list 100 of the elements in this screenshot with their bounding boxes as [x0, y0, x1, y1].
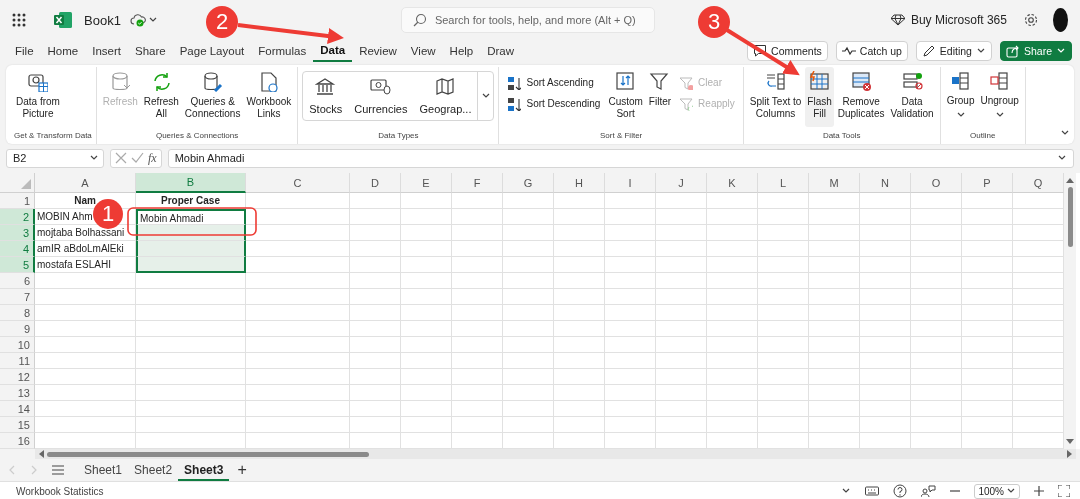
empty-cell[interactable] — [860, 273, 911, 289]
empty-cell[interactable] — [860, 225, 911, 241]
row-header[interactable]: 9 — [0, 321, 35, 337]
empty-cell[interactable] — [452, 385, 503, 401]
empty-cell[interactable] — [809, 337, 860, 353]
row-header[interactable]: 4 — [0, 241, 35, 257]
empty-cell[interactable] — [605, 321, 656, 337]
empty-cell[interactable] — [554, 209, 605, 225]
empty-cell[interactable] — [246, 337, 350, 353]
empty-cell[interactable] — [452, 193, 503, 209]
empty-cell[interactable] — [503, 209, 554, 225]
empty-cell[interactable] — [962, 321, 1013, 337]
toolbar-button[interactable]: Comments — [747, 41, 828, 61]
feedback-icon[interactable] — [921, 484, 937, 498]
empty-cell[interactable] — [136, 417, 246, 433]
table-cell[interactable]: Mobin Ahmadi — [136, 209, 246, 225]
scroll-left-icon[interactable] — [38, 450, 44, 458]
empty-cell[interactable] — [962, 209, 1013, 225]
empty-cell[interactable] — [809, 273, 860, 289]
empty-cell[interactable] — [605, 241, 656, 257]
empty-cell[interactable] — [911, 289, 962, 305]
empty-cell[interactable] — [962, 337, 1013, 353]
empty-cell[interactable] — [503, 401, 554, 417]
empty-cell[interactable] — [962, 241, 1013, 257]
empty-cell[interactable] — [860, 353, 911, 369]
empty-cell[interactable] — [656, 273, 707, 289]
column-header[interactable]: B — [136, 173, 246, 193]
empty-cell[interactable] — [656, 257, 707, 273]
empty-cell[interactable] — [554, 337, 605, 353]
empty-cell[interactable] — [758, 289, 809, 305]
empty-cell[interactable] — [656, 305, 707, 321]
empty-cell[interactable] — [911, 353, 962, 369]
workbook-statistics[interactable]: Workbook Statistics — [16, 485, 104, 497]
scroll-up-icon[interactable] — [1066, 177, 1074, 183]
menu-tab[interactable]: Draw — [480, 40, 522, 62]
row-header[interactable]: 11 — [0, 353, 35, 369]
empty-cell[interactable] — [554, 257, 605, 273]
row-header[interactable]: 12 — [0, 369, 35, 385]
empty-cell[interactable] — [350, 305, 401, 321]
column-header[interactable]: O — [911, 173, 962, 193]
previous-sheet-icon[interactable] — [8, 465, 16, 475]
empty-cell[interactable] — [656, 321, 707, 337]
empty-cell[interactable] — [605, 273, 656, 289]
empty-cell[interactable] — [452, 321, 503, 337]
column-header[interactable]: P — [962, 173, 1013, 193]
column-header[interactable]: A — [35, 173, 136, 193]
empty-cell[interactable] — [452, 417, 503, 433]
empty-cell[interactable] — [554, 417, 605, 433]
name-box[interactable]: B2 — [6, 148, 104, 168]
empty-cell[interactable] — [962, 225, 1013, 241]
document-title[interactable]: Book1 — [84, 12, 121, 28]
empty-cell[interactable] — [136, 273, 246, 289]
empty-cell[interactable] — [605, 209, 656, 225]
empty-cell[interactable] — [246, 273, 350, 289]
menu-tab[interactable]: Review — [352, 40, 404, 62]
empty-cell[interactable] — [860, 193, 911, 209]
empty-cell[interactable] — [809, 193, 860, 209]
empty-cell[interactable] — [401, 241, 452, 257]
empty-cell[interactable] — [554, 305, 605, 321]
empty-cell[interactable] — [707, 273, 758, 289]
column-header[interactable]: F — [452, 173, 503, 193]
empty-cell[interactable] — [758, 321, 809, 337]
empty-cell[interactable] — [554, 289, 605, 305]
scroll-right-icon[interactable] — [1067, 450, 1073, 458]
empty-cell[interactable] — [809, 241, 860, 257]
select-all-icon[interactable] — [21, 179, 31, 189]
menu-tab[interactable]: Share — [128, 40, 173, 62]
ribbon-button[interactable]: Refresh All — [141, 67, 181, 127]
empty-cell[interactable] — [605, 385, 656, 401]
empty-cell[interactable] — [554, 321, 605, 337]
empty-cell[interactable] — [911, 209, 962, 225]
help-icon[interactable] — [893, 484, 908, 498]
ribbon-button[interactable]: Workbook Links — [244, 67, 294, 127]
empty-cell[interactable] — [503, 193, 554, 209]
ribbon-button[interactable]: Sort Descending — [503, 94, 605, 114]
row-header[interactable]: 13 — [0, 385, 35, 401]
empty-cell[interactable] — [656, 241, 707, 257]
empty-cell[interactable] — [707, 225, 758, 241]
empty-cell[interactable] — [246, 321, 350, 337]
empty-cell[interactable] — [707, 385, 758, 401]
menu-tab[interactable]: File — [8, 40, 41, 62]
empty-cell[interactable] — [350, 337, 401, 353]
empty-cell[interactable] — [401, 417, 452, 433]
empty-cell[interactable] — [136, 353, 246, 369]
empty-cell[interactable] — [401, 193, 452, 209]
empty-cell[interactable] — [809, 353, 860, 369]
empty-cell[interactable] — [656, 337, 707, 353]
ribbon-button[interactable]: Group — [944, 67, 977, 127]
empty-cell[interactable] — [246, 385, 350, 401]
empty-cell[interactable] — [758, 369, 809, 385]
empty-cell[interactable] — [401, 321, 452, 337]
empty-cell[interactable] — [758, 273, 809, 289]
column-header[interactable]: N — [860, 173, 911, 193]
empty-cell[interactable] — [758, 209, 809, 225]
empty-cell[interactable] — [758, 353, 809, 369]
scrollbar-thumb[interactable] — [1067, 187, 1073, 247]
empty-cell[interactable] — [503, 225, 554, 241]
column-header[interactable]: I — [605, 173, 656, 193]
empty-cell[interactable] — [350, 257, 401, 273]
empty-cell[interactable] — [911, 305, 962, 321]
